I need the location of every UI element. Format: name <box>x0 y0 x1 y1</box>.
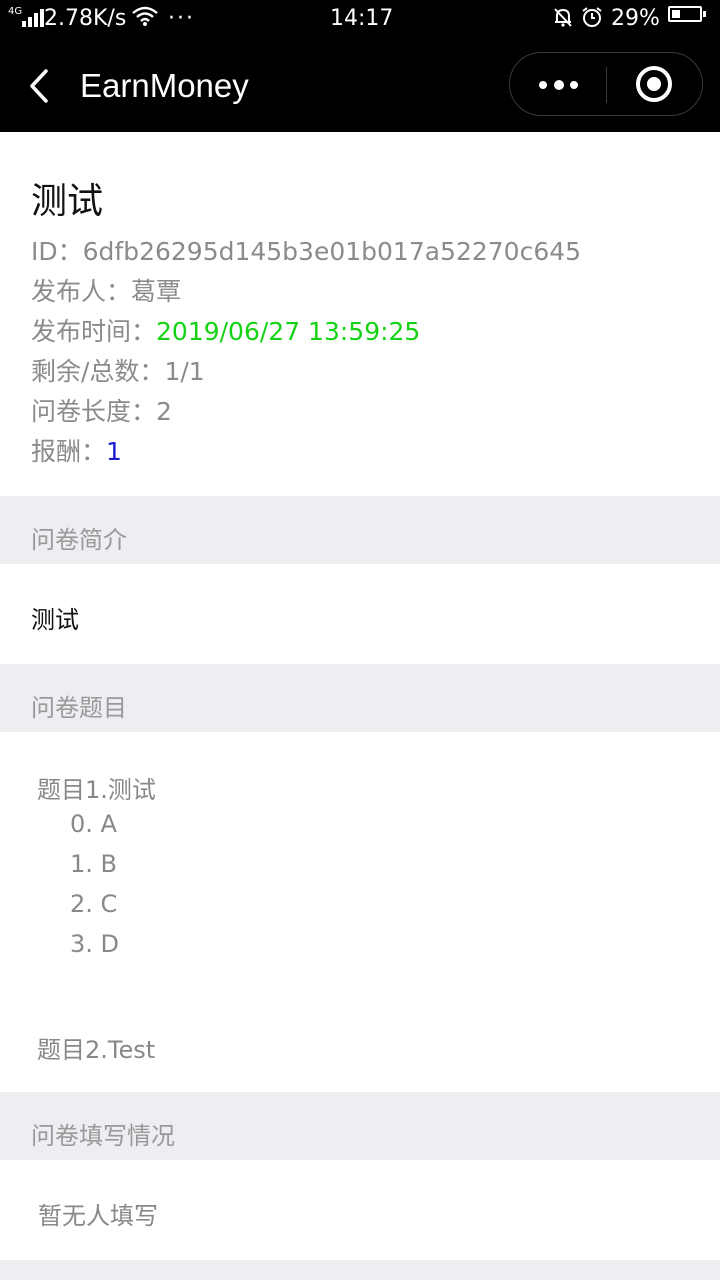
remaining-row: 剩余/总数：1/1 <box>31 352 205 388</box>
mute-bell-icon <box>552 6 574 34</box>
battery-icon <box>668 6 706 22</box>
id-label: ID： <box>31 237 83 266</box>
questions-section-header: 问卷题目 <box>0 664 720 732</box>
publisher-value: 葛覃 <box>131 277 182 306</box>
publish-time-label: 发布时间： <box>31 317 157 346</box>
remaining-label: 剩余/总数： <box>31 357 165 386</box>
question-title: 题目2.Test <box>37 1036 156 1064</box>
survey-title: 测试 <box>31 181 104 222</box>
question-title: 题目1.测试 <box>37 776 156 804</box>
reward-value: 1 <box>106 437 122 466</box>
network-type: 4G <box>8 6 23 17</box>
question-option: 1. B <box>70 850 117 878</box>
reward-row: 报酬：1 <box>31 432 122 468</box>
network-speed: 2.78K/s <box>44 6 127 31</box>
wifi-icon <box>132 6 158 32</box>
battery-percent: 29% <box>611 6 660 31</box>
page-title: EarnMoney <box>80 67 249 104</box>
remaining-value: 1/1 <box>164 357 205 386</box>
questions-header-label: 问卷题目 <box>31 694 127 722</box>
intro-section-header: 问卷简介 <box>0 496 720 564</box>
intro-block: 测试 <box>0 564 720 664</box>
publish-time-value: 2019/06/27 13:59:25 <box>156 317 421 346</box>
length-row: 问卷长度：2 <box>31 392 172 428</box>
intro-text: 测试 <box>31 606 79 634</box>
reward-label: 报酬： <box>31 437 107 466</box>
more-dots-icon <box>539 81 547 89</box>
questions-block: 题目1.测试 0. A 1. B 2. C 3. D 题目2.Test <box>0 732 720 1092</box>
intro-header-label: 问卷简介 <box>31 526 127 554</box>
navigation-bar: EarnMoney <box>0 38 720 132</box>
publisher-row: 发布人：葛覃 <box>31 272 181 308</box>
survey-id-row: ID：6dfb26295d145b3e01b017a52270c645 <box>31 232 581 268</box>
id-value: 6dfb26295d145b3e01b017a52270c645 <box>82 237 582 266</box>
fill-header-label: 问卷填写情况 <box>31 1122 175 1150</box>
alarm-clock-icon <box>581 6 603 34</box>
fill-section-header: 问卷填写情况 <box>0 1092 720 1160</box>
publish-time-row: 发布时间：2019/06/27 13:59:25 <box>31 312 420 348</box>
length-label: 问卷长度： <box>31 397 157 426</box>
question-option: 2. C <box>70 890 118 918</box>
status-bar: 4G 2.78K/s ··· 14:17 29% <box>0 0 720 38</box>
length-value: 2 <box>156 397 172 426</box>
publisher-label: 发布人： <box>31 277 132 306</box>
more-notifications-icon: ··· <box>168 6 195 31</box>
question-option: 3. D <box>70 930 120 958</box>
mini-program-capsule <box>509 52 703 116</box>
empty-state-text: 暂无人填写 <box>38 1202 158 1230</box>
question-option: 0. A <box>70 810 117 838</box>
close-mini-program-button[interactable] <box>607 53 703 115</box>
fill-block: 暂无人填写 <box>0 1160 720 1260</box>
more-menu-button[interactable] <box>510 53 606 115</box>
chevron-left-icon <box>30 69 48 103</box>
back-button[interactable] <box>26 68 56 104</box>
survey-info-card: 测试 ID：6dfb26295d145b3e01b017a52270c645 发… <box>0 132 720 496</box>
status-time: 14:17 <box>330 6 394 31</box>
